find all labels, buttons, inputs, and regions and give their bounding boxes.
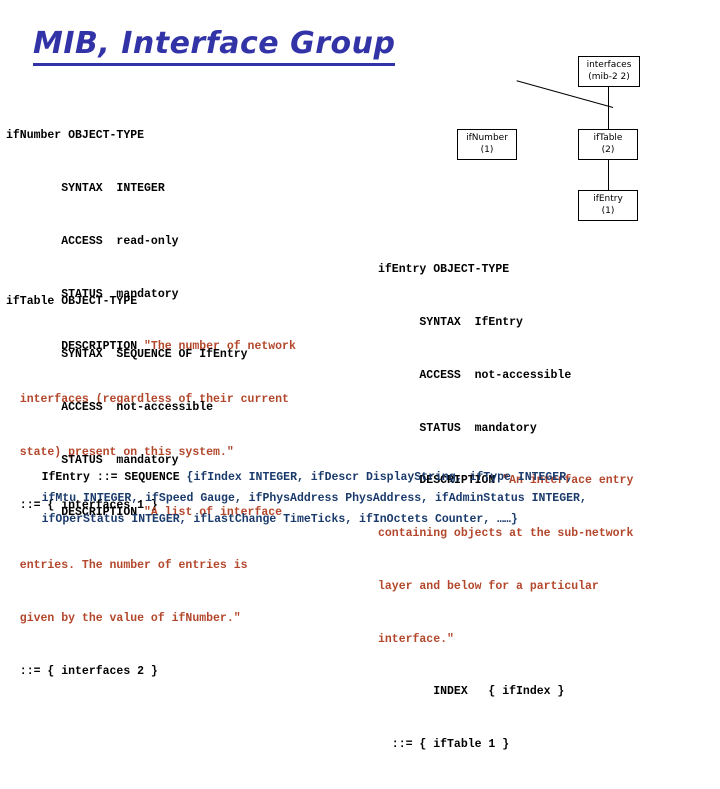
edge-iftable-to-ifentry (608, 159, 610, 191)
slide-canvas: MIB, Interface Group interfaces (mib-2 2… (0, 0, 720, 751)
ifentry-access: ACCESS not-accessible (378, 368, 572, 382)
page-title: MIB, Interface Group (33, 26, 396, 66)
iftable-description-text-3: given by the value of ifNumber." (6, 611, 241, 625)
iftable-syntax: SYNTAX SEQUENCE OF IfEntry (6, 347, 248, 361)
ifnumber-header: ifNumber OBJECT-TYPE (6, 129, 145, 143)
tree-node-ifnumber[interactable]: ifNumber (1) (457, 129, 517, 160)
ifentry-oid: ::= { ifTable 1 } (378, 738, 510, 752)
tree-node-interfaces-label: interfaces (586, 60, 632, 70)
tree-node-interfaces[interactable]: interfaces (mib-2 2) (578, 56, 640, 87)
ifentry-header: ifEntry OBJECT-TYPE (378, 263, 510, 277)
ifnumber-access: ACCESS read-only (6, 234, 179, 248)
sequence-line-1-prefix: IfEntry ::= SEQUENCE (41, 471, 187, 484)
iftable-access: ACCESS not-accessible (6, 400, 214, 414)
tree-node-interfaces-sublabel: (mib-2 2) (588, 71, 630, 82)
sequence-line-1: IfEntry ::= SEQUENCE {ifIndex INTEGER, i… (42, 471, 573, 484)
tree-node-ifentry-label: ifEntry (593, 194, 623, 204)
sequence-line-1-fields: {ifIndex INTEGER, ifDescr DisplayString,… (186, 471, 574, 484)
ifentry-index: INDEX { ifIndex } (378, 685, 565, 699)
edge-interfaces-to-iftable (608, 86, 610, 130)
ifentry-description-text-3: layer and below for a particular (378, 579, 599, 593)
iftable-description-text-2: entries. The number of entries is (6, 559, 248, 573)
tree-node-ifnumber-label: ifNumber (466, 133, 508, 143)
iftable-oid: ::= { interfaces 2 } (6, 664, 158, 678)
ifentry-description-text-4: interface." (378, 632, 454, 646)
ifentry-status: STATUS mandatory (378, 421, 537, 435)
sequence-line-3: ifOperStatus INTEGER, ifLastChange TimeT… (41, 513, 518, 526)
tree-node-iftable-sublabel: (2) (601, 144, 615, 155)
tree-node-iftable-label: ifTable (593, 133, 623, 143)
tree-node-iftable[interactable]: ifTable (2) (578, 129, 638, 160)
tree-node-ifnumber-sublabel: (1) (480, 144, 494, 155)
tree-node-ifentry[interactable]: ifEntry (1) (578, 190, 638, 221)
sequence-line-2: ifMtu INTEGER, ifSpeed Gauge, ifPhysAddr… (41, 492, 587, 505)
ifnumber-syntax: SYNTAX INTEGER (6, 181, 165, 195)
tree-node-ifentry-sublabel: (1) (601, 205, 615, 216)
iftable-header: ifTable OBJECT-TYPE (6, 295, 138, 309)
mib-tree-diagram: interfaces (mib-2 2) ifNumber (1) ifTabl… (440, 50, 720, 235)
ifentry-syntax: SYNTAX IfEntry (378, 315, 523, 329)
ifentry-sequence-definition: IfEntry ::= SEQUENCE {ifIndex INTEGER, i… (14, 446, 587, 551)
